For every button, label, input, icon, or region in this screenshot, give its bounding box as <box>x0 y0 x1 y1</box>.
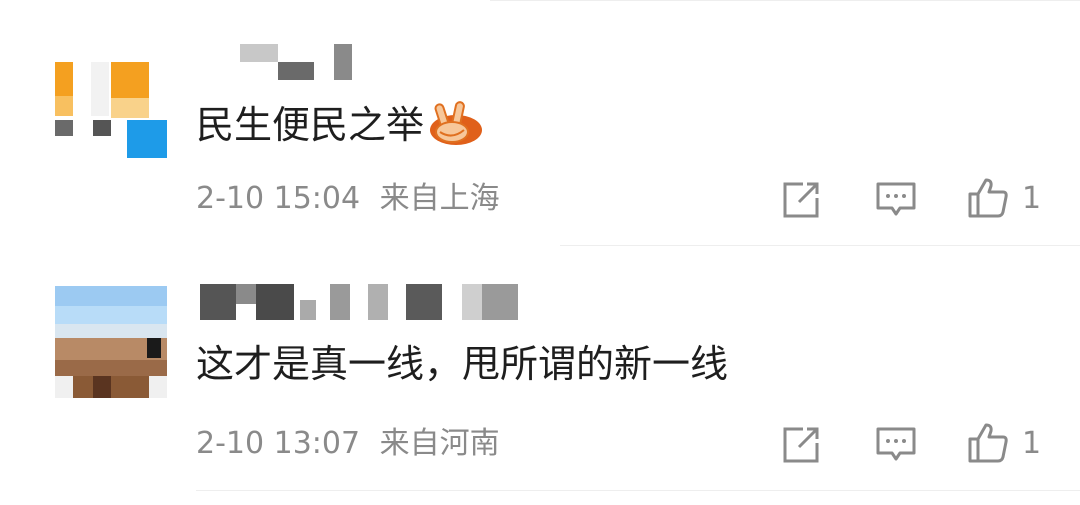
share-icon <box>783 427 819 463</box>
share-button[interactable] <box>779 178 823 222</box>
like-button[interactable] <box>966 176 1010 220</box>
like-count: 1 <box>1022 181 1042 216</box>
comment-item: 民生便民之举 2-10 15:04 来自上海 1 <box>0 0 1080 246</box>
reply-button[interactable] <box>874 423 918 467</box>
reply-button[interactable] <box>874 178 918 222</box>
comment-text-content: 民生便民之举 <box>196 103 425 147</box>
comment-text: 这才是真一线，甩所谓的新一线 <box>196 342 729 386</box>
username-blurred[interactable] <box>240 44 360 80</box>
comment-location: 来自上海 <box>379 181 500 216</box>
comment-item: 这才是真一线，甩所谓的新一线 2-10 13:07 来自河南 1 <box>0 246 1080 505</box>
like-count: 1 <box>1022 426 1042 461</box>
thumbs-up-icon <box>968 178 1008 218</box>
thumbs-up-icon <box>968 423 1008 463</box>
comment-time: 2-10 15:04 <box>196 181 361 216</box>
username-blurred[interactable] <box>200 284 520 320</box>
avatar[interactable] <box>55 286 167 398</box>
share-button[interactable] <box>779 423 823 467</box>
comment-meta: 2-10 15:04 来自上海 <box>196 181 500 217</box>
comment-text: 民生便民之举 <box>196 100 483 155</box>
share-icon <box>783 182 819 218</box>
bottom-divider <box>196 490 1080 491</box>
reply-icon <box>876 427 916 461</box>
comment-meta: 2-10 13:07 来自河南 <box>196 426 500 462</box>
comment-location: 来自河南 <box>379 426 500 461</box>
reply-icon <box>876 182 916 216</box>
like-button[interactable] <box>966 421 1010 465</box>
avatar[interactable] <box>55 62 167 174</box>
comment-time: 2-10 13:07 <box>196 426 361 461</box>
victory-hand-emoji-icon <box>426 100 483 155</box>
